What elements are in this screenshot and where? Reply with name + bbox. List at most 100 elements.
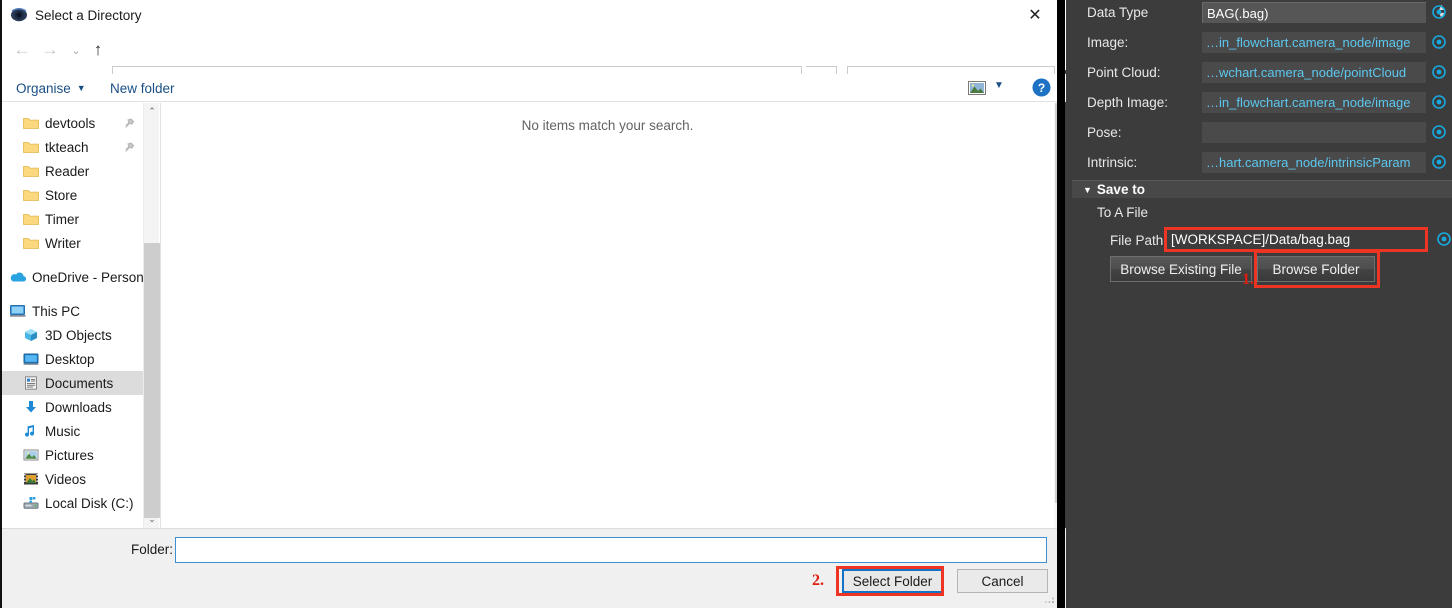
- folder-icon: [22, 115, 40, 131]
- organise-button[interactable]: Organise ▼: [16, 74, 86, 102]
- help-icon[interactable]: ?: [1032, 78, 1051, 97]
- sidebar-item-downloads[interactable]: Downloads: [2, 395, 143, 419]
- select-directory-dialog: Select a Directory ✕ ← → ⌄ ↑ This PC › D…: [0, 0, 1066, 608]
- file-path-label: File Path:: [1110, 233, 1168, 248]
- scrollbar-thumb[interactable]: [144, 243, 160, 518]
- new-folder-button[interactable]: New folder: [110, 74, 175, 102]
- folder-input[interactable]: [175, 537, 1047, 563]
- sidebar-item-this-pc[interactable]: This PC: [2, 299, 143, 323]
- sidebar-item-label: Desktop: [45, 351, 95, 367]
- chevron-down-icon: ▼: [1083, 184, 1092, 195]
- port-dot-file-path[interactable]: [1437, 232, 1451, 246]
- sidebar-item-videos[interactable]: Videos: [2, 467, 143, 491]
- port-dot-image[interactable]: [1432, 35, 1446, 49]
- recent-locations-icon[interactable]: ⌄: [64, 38, 88, 62]
- sidebar-item-label: tkteach: [45, 139, 89, 155]
- point-cloud-value-field[interactable]: …wchart.camera_node/pointCloud: [1202, 61, 1426, 83]
- dialog-edge-shadow: [1057, 0, 1065, 608]
- folder-icon: [22, 163, 40, 179]
- pin-icon[interactable]: [124, 141, 135, 152]
- navigation-pane-scrollbar[interactable]: ⌃ ⌄: [143, 103, 160, 528]
- folder-icon: [22, 235, 40, 251]
- dialog-body: devtools tkteach Reader Store Timer Writ…: [2, 103, 1066, 528]
- folder-label: Folder:: [131, 542, 174, 557]
- sidebar-item-local-disk-c[interactable]: Local Disk (C:): [2, 491, 143, 515]
- to-a-file-label: To A File: [1097, 205, 1149, 220]
- property-row-data-type: Data Type BAG(.bag) ▲ ▼: [1072, 1, 1452, 23]
- pin-icon[interactable]: [124, 117, 135, 128]
- organise-label: Organise: [16, 80, 71, 96]
- sidebar-item-label: Store: [45, 187, 78, 203]
- port-dot-pose[interactable]: [1432, 125, 1446, 139]
- select-folder-button[interactable]: Select Folder: [842, 569, 943, 593]
- folder-icon: [22, 211, 40, 227]
- property-row-pose: Pose:: [1072, 121, 1452, 143]
- svg-text:?: ?: [1038, 81, 1045, 95]
- sidebar-item-label: Reader: [45, 163, 90, 179]
- file-path-input[interactable]: [WORKSPACE]/Data/bag.bag: [1167, 230, 1425, 250]
- scroll-down-icon[interactable]: ⌄: [144, 511, 160, 528]
- sidebar-item-music[interactable]: Music: [2, 419, 143, 443]
- resize-grip[interactable]: [1044, 592, 1056, 604]
- pictures-icon: [22, 447, 40, 463]
- dialog-title: Select a Directory: [35, 7, 142, 23]
- port-dot-intrinsic[interactable]: [1432, 155, 1446, 169]
- sidebar-item-onedrive[interactable]: OneDrive - Personal: [2, 265, 143, 289]
- save-to-label: Save to: [1096, 182, 1145, 197]
- port-dot-data-type[interactable]: [1432, 5, 1446, 19]
- pose-value-field[interactable]: [1202, 121, 1426, 143]
- up-one-level-icon[interactable]: ↑: [86, 38, 110, 62]
- data-type-combobox[interactable]: BAG(.bag): [1202, 1, 1426, 23]
- point-cloud-label: Point Cloud:: [1087, 64, 1161, 80]
- close-icon[interactable]: ✕: [1012, 0, 1058, 30]
- sidebar-item-label: Downloads: [45, 399, 112, 415]
- sidebar-item-desktop[interactable]: Desktop: [2, 347, 143, 371]
- save-to-section-header[interactable]: ▼ Save to: [1072, 180, 1452, 198]
- sidebar-item-label: Local Disk (C:): [45, 495, 134, 511]
- intrinsic-value-field[interactable]: …hart.camera_node/intrinsicParam: [1202, 151, 1426, 173]
- sidebar-item-tkteach[interactable]: tkteach: [2, 135, 143, 159]
- view-layout-icon[interactable]: [968, 80, 986, 96]
- sidebar-item-documents[interactable]: Documents: [2, 371, 143, 395]
- cancel-button[interactable]: Cancel: [957, 569, 1048, 593]
- sidebar-item-label: Videos: [45, 471, 87, 487]
- folder-icon: [22, 139, 40, 155]
- sidebar-item-store[interactable]: Store: [2, 183, 143, 207]
- pose-label: Pose:: [1087, 124, 1122, 140]
- download-icon: [22, 399, 40, 415]
- sidebar-item-devtools[interactable]: devtools: [2, 111, 143, 135]
- properties-panel: Data Type BAG(.bag) ▲ ▼ Image: …in_flowch…: [1072, 0, 1452, 608]
- annotation-step-2: 2.: [812, 572, 824, 589]
- sidebar-item-label: Documents: [45, 375, 114, 391]
- browse-existing-file-button[interactable]: Browse Existing File: [1110, 256, 1252, 282]
- scroll-up-icon[interactable]: ⌃: [144, 103, 160, 120]
- sidebar-item-reader[interactable]: Reader: [2, 159, 143, 183]
- sidebar-item-label: 3D Objects: [45, 327, 112, 343]
- chevron-down-icon[interactable]: ▼: [994, 80, 1004, 91]
- forward-icon[interactable]: →: [38, 38, 62, 62]
- property-row-depth-image: Depth Image: …in_flowchart.camera_node/i…: [1072, 91, 1452, 113]
- port-dot-depth-image[interactable]: [1432, 95, 1446, 109]
- sidebar-item-label: This PC: [32, 303, 81, 319]
- sidebar-item-timer[interactable]: Timer: [2, 207, 143, 231]
- back-icon[interactable]: ←: [10, 38, 34, 62]
- music-icon: [22, 423, 40, 439]
- browse-folder-button[interactable]: Browse Folder: [1257, 256, 1375, 282]
- port-dot-point-cloud[interactable]: [1432, 65, 1446, 79]
- dialog-footer: Folder:: [2, 528, 1066, 608]
- dialog-command-bar: Organise ▼ New folder ▼ ?: [2, 74, 1066, 102]
- sidebar-item-pictures[interactable]: Pictures: [2, 443, 143, 467]
- image-value-field[interactable]: …in_flowchart.camera_node/image: [1202, 31, 1426, 53]
- file-list-pane[interactable]: No items match your search.: [160, 103, 1053, 528]
- sidebar-item-writer[interactable]: Writer: [2, 231, 143, 255]
- annotation-step-1: 1.: [1242, 271, 1254, 288]
- sidebar-item-3d-objects[interactable]: 3D Objects: [2, 323, 143, 347]
- sidebar-item-label: OneDrive - Personal: [32, 269, 143, 285]
- navigation-pane: devtools tkteach Reader Store Timer Writ…: [2, 103, 143, 528]
- data-type-label: Data Type: [1087, 4, 1149, 20]
- sidebar-item-label: Pictures: [45, 447, 94, 463]
- depth-image-value-field[interactable]: …in_flowchart.camera_node/image: [1202, 91, 1426, 113]
- chevron-down-icon: ▼: [76, 83, 86, 93]
